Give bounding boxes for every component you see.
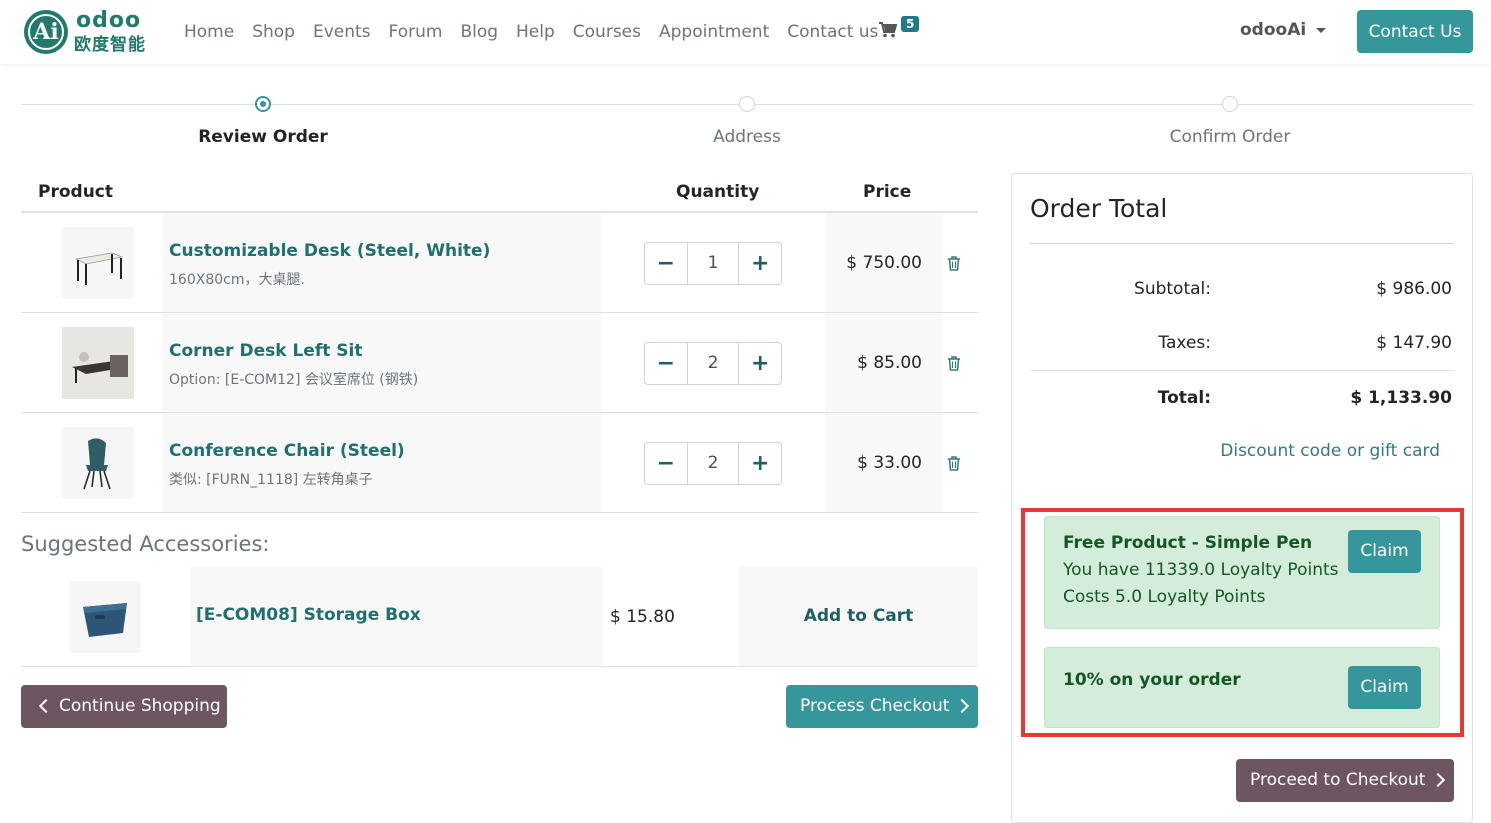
process-checkout-button[interactable]: Process Checkout [786, 685, 978, 728]
product-name-link[interactable]: Corner Desk Left Sit [169, 341, 362, 361]
continue-shopping-button[interactable]: Continue Shopping [21, 685, 227, 728]
line-price: $ 85.00 [857, 353, 922, 373]
highlight-box [1021, 508, 1464, 737]
product-image-desk[interactable] [62, 227, 134, 299]
caret-down-icon [1316, 27, 1327, 33]
taxes-value: $ 147.90 [1376, 333, 1452, 353]
cart-row: Corner Desk Left Sit Option: [E-COM12] 会… [21, 313, 978, 413]
trash-icon[interactable] [947, 356, 961, 371]
cart-count-badge: 5 [901, 16, 920, 32]
plus-button[interactable]: + [739, 443, 781, 484]
price-cell: $ 85.00 [825, 313, 942, 412]
step-address: Address [713, 127, 781, 147]
product-description: Option: [E-COM12] 会议室席位 (钢铁) [169, 372, 419, 388]
step-review-order: Review Order [198, 127, 328, 147]
price-cell: $ 750.00 [825, 213, 942, 312]
product-cell: Corner Desk Left Sit Option: [E-COM12] 会… [163, 313, 601, 412]
nav-events[interactable]: Events [304, 20, 380, 44]
quantity-input[interactable]: 1 [686, 243, 740, 284]
product-image-storage-box[interactable] [69, 581, 141, 653]
quantity-stepper: − 2 + [644, 342, 782, 385]
proceed-to-checkout-button[interactable]: Proceed to Checkout [1236, 759, 1454, 802]
nav-appointment[interactable]: Appointment [650, 20, 778, 44]
step-dot-address [739, 96, 755, 112]
nav-shop[interactable]: Shop [243, 20, 304, 44]
price-cell: $ 33.00 [825, 413, 942, 512]
card-divider [1030, 370, 1454, 371]
order-total-title: Order Total [1030, 194, 1168, 223]
quantity-input[interactable]: 2 [686, 343, 740, 384]
accessory-price: $ 15.80 [610, 607, 675, 627]
step-confirm-order: Confirm Order [1169, 127, 1291, 147]
discount-code-link[interactable]: Discount code or gift card [1220, 441, 1440, 461]
user-menu[interactable]: odooAi [1240, 20, 1327, 40]
suggested-accessories-title: Suggested Accessories: [21, 532, 270, 556]
nav-contact-us[interactable]: Contact us [778, 20, 887, 44]
product-cell: Customizable Desk (Steel, White) 160X80c… [163, 213, 601, 312]
quantity-stepper: − 2 + [644, 442, 782, 485]
product-name-link[interactable]: Conference Chair (Steel) [169, 441, 405, 461]
trash-icon[interactable] [947, 456, 961, 471]
cart-row: Customizable Desk (Steel, White) 160X80c… [21, 213, 978, 313]
line-price: $ 750.00 [846, 253, 922, 273]
product-description: 160X80cm，大桌腿. [169, 272, 305, 288]
logo-mark: Ai [24, 10, 68, 54]
taxes-label: Taxes: [1158, 333, 1211, 353]
logo-subtitle: 欧度智能 [74, 35, 146, 55]
step-dot-review [255, 96, 271, 112]
chevron-right-icon [1431, 772, 1446, 788]
card-divider [1030, 243, 1454, 244]
header-price: Price [863, 182, 912, 202]
chevron-right-icon [955, 698, 970, 714]
accessory-row: [E-COM08] Storage Box $ 15.80 Add to Car… [21, 567, 978, 667]
total-label: Total: [1157, 388, 1211, 408]
accessory-cell: [E-COM08] Storage Box [190, 567, 603, 666]
user-name: odooAi [1240, 20, 1307, 40]
nav-help[interactable]: Help [507, 20, 564, 44]
trash-icon[interactable] [947, 256, 961, 271]
subtotal-value: $ 986.00 [1376, 279, 1452, 299]
total-value: $ 1,133.90 [1350, 388, 1452, 408]
subtotal-label: Subtotal: [1134, 279, 1211, 299]
nav-courses[interactable]: Courses [564, 20, 650, 44]
line-price: $ 33.00 [857, 453, 922, 473]
nav-forum[interactable]: Forum [380, 20, 452, 44]
cart-row: Conference Chair (Steel) 类似: [FURN_1118]… [21, 413, 978, 513]
product-cell: Conference Chair (Steel) 类似: [FURN_1118]… [163, 413, 601, 512]
brand-logo[interactable]: Ai odoo 欧度智能 [24, 8, 154, 55]
product-name-link[interactable]: Customizable Desk (Steel, White) [169, 241, 490, 261]
minus-button[interactable]: − [645, 243, 687, 284]
minus-button[interactable]: − [645, 343, 687, 384]
step-dot-confirm [1222, 96, 1238, 112]
product-description: 类似: [FURN_1118] 左转角桌子 [169, 472, 373, 488]
plus-button[interactable]: + [739, 243, 781, 284]
cart-icon [879, 22, 897, 38]
nav-blog[interactable]: Blog [451, 20, 507, 44]
quantity-input[interactable]: 2 [686, 443, 740, 484]
header-quantity: Quantity [676, 182, 760, 202]
cart-link[interactable]: 5 [879, 14, 923, 46]
chevron-left-icon [38, 698, 54, 714]
minus-button[interactable]: − [645, 443, 687, 484]
main-nav: Home Shop Events Forum Blog Help Courses… [175, 20, 887, 44]
quantity-stepper: − 1 + [644, 242, 782, 285]
add-to-cart-button[interactable]: Add to Cart [739, 567, 978, 666]
plus-button[interactable]: + [739, 343, 781, 384]
navbar: Ai odoo 欧度智能 Home Shop Events Forum Blog… [0, 0, 1491, 64]
accessory-name-link[interactable]: [E-COM08] Storage Box [196, 605, 421, 625]
nav-home[interactable]: Home [175, 20, 243, 44]
product-image-corner-desk[interactable] [62, 327, 134, 399]
header-product: Product [38, 182, 113, 202]
contact-us-button[interactable]: Contact Us [1357, 10, 1473, 53]
product-image-chair[interactable] [62, 427, 134, 499]
